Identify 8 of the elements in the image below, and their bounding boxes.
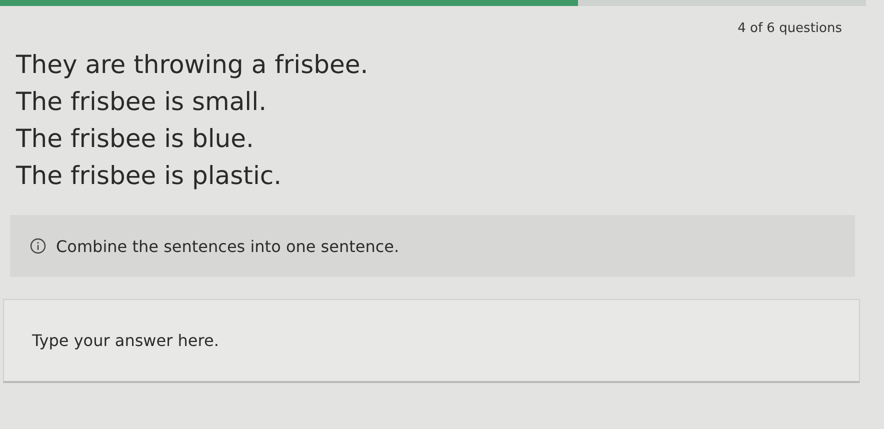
sentence: The frisbee is plastic. (16, 160, 283, 192)
question-counter: 4 of 6 questions (738, 21, 842, 36)
sentence: They are throwing a frisbee. (16, 49, 370, 81)
answer-field[interactable]: Type your answer here. (3, 299, 860, 383)
sentence: The frisbee is small. (16, 86, 268, 118)
info-icon (30, 238, 46, 254)
instruction-text: Combine the sentences into one sentence. (56, 236, 400, 256)
sentence: The frisbee is blue. (16, 123, 255, 155)
